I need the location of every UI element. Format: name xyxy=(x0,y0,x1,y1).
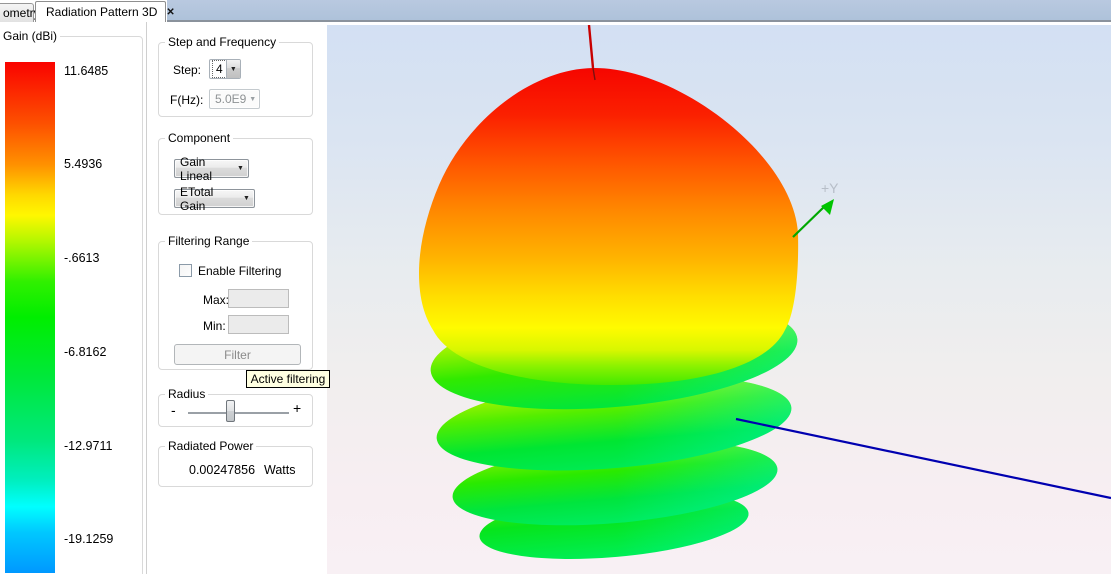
frequency-value: 5.0E9 xyxy=(210,90,246,108)
tab-radiation-pattern-3d[interactable]: Radiation Pattern 3D ✕ xyxy=(35,1,166,22)
frequency-combobox: 5.0E9 ▼ xyxy=(209,89,260,109)
colorbar-tick-5: -12.9711 xyxy=(64,439,112,453)
chevron-down-icon: ▼ xyxy=(246,90,259,108)
radius-slider-track[interactable] xyxy=(188,412,289,414)
filtering-range-groupbox: Filtering Range Enable Filtering Max: Mi… xyxy=(158,241,313,370)
filter-button: Filter xyxy=(174,344,301,365)
max-input xyxy=(228,289,289,308)
component-title: Component xyxy=(165,131,233,145)
frequency-label: F(Hz): xyxy=(170,93,203,107)
y-axis-line xyxy=(793,205,826,237)
colorbar-tick-3: -.6613 xyxy=(64,251,99,265)
tab-bar-filler xyxy=(167,0,1111,22)
radiation-pattern xyxy=(419,68,817,574)
y-axis-label: +Y xyxy=(821,180,839,196)
colorbar-tick-min: -19.1259 xyxy=(64,532,113,546)
step-value: 4 xyxy=(213,61,226,77)
step-label: Step: xyxy=(173,63,201,77)
app-window: ometry Radiation Pattern 3D ✕ Gain (dBi)… xyxy=(0,0,1111,574)
z-axis-line xyxy=(589,25,593,68)
gain-groupbox-title: Gain (dBi) xyxy=(0,29,60,43)
radius-groupbox: Radius - + xyxy=(158,394,313,427)
x-axis-line xyxy=(736,419,1111,498)
main-lobe xyxy=(419,68,798,385)
radiated-power-unit: Watts xyxy=(264,463,295,477)
colorbar-tick-max: 11.6485 xyxy=(64,64,108,78)
chevron-down-icon[interactable]: ▼ xyxy=(239,190,254,207)
tab-bar: ometry Radiation Pattern 3D ✕ xyxy=(0,0,1111,22)
close-icon[interactable]: ✕ xyxy=(166,7,174,18)
radiation-pattern-plot: +Y xyxy=(327,25,1111,574)
gain-colorbar xyxy=(5,62,55,573)
radius-plus-label: + xyxy=(293,400,301,416)
radius-minus-label: - xyxy=(171,402,176,418)
tab-radiation-pattern-3d-label: Radiation Pattern 3D xyxy=(46,5,157,19)
etotal-value: ETotal Gain xyxy=(175,190,239,207)
etotal-combobox[interactable]: ETotal Gain ▼ xyxy=(174,189,255,208)
controls-panel: Step and Frequency Step: 4 ▼ F(Hz): 5.0E… xyxy=(148,22,327,574)
y-axis-arrowhead-icon xyxy=(821,199,834,215)
chevron-down-icon[interactable]: ▼ xyxy=(233,160,248,177)
radius-slider-thumb[interactable] xyxy=(226,400,235,422)
tab-geometry[interactable]: ometry xyxy=(0,3,34,22)
step-combobox[interactable]: 4 ▼ xyxy=(209,59,241,79)
radius-title: Radius xyxy=(165,387,208,401)
min-label: Min: xyxy=(203,319,226,333)
radiated-power-value: 0.00247856 xyxy=(189,463,255,477)
active-filtering-tooltip: Active filtering xyxy=(246,370,330,388)
enable-filtering-checkbox[interactable] xyxy=(179,264,192,277)
radiated-power-groupbox: Radiated Power 0.00247856 Watts xyxy=(158,446,313,487)
gain-legend-panel: Gain (dBi) 11.6485 5.4936 -.6613 -6.8162… xyxy=(0,22,147,574)
chevron-down-icon[interactable]: ▼ xyxy=(226,60,240,78)
gain-type-value: Gain Lineal xyxy=(175,160,233,177)
colorbar-tick-4: -6.8162 xyxy=(64,345,106,359)
max-label: Max: xyxy=(203,293,229,307)
enable-filtering-label: Enable Filtering xyxy=(198,264,281,278)
gain-type-combobox[interactable]: Gain Lineal ▼ xyxy=(174,159,249,178)
min-input xyxy=(228,315,289,334)
radiated-power-title: Radiated Power xyxy=(165,439,256,453)
filtering-range-title: Filtering Range xyxy=(165,234,252,248)
step-frequency-groupbox: Step and Frequency Step: 4 ▼ F(Hz): 5.0E… xyxy=(158,42,313,117)
radiation-pattern-viewport[interactable]: +Y xyxy=(327,25,1111,574)
component-groupbox: Component Gain Lineal ▼ ETotal Gain ▼ xyxy=(158,138,313,215)
step-frequency-title: Step and Frequency xyxy=(165,35,279,49)
colorbar-tick-2: 5.4936 xyxy=(64,157,102,171)
